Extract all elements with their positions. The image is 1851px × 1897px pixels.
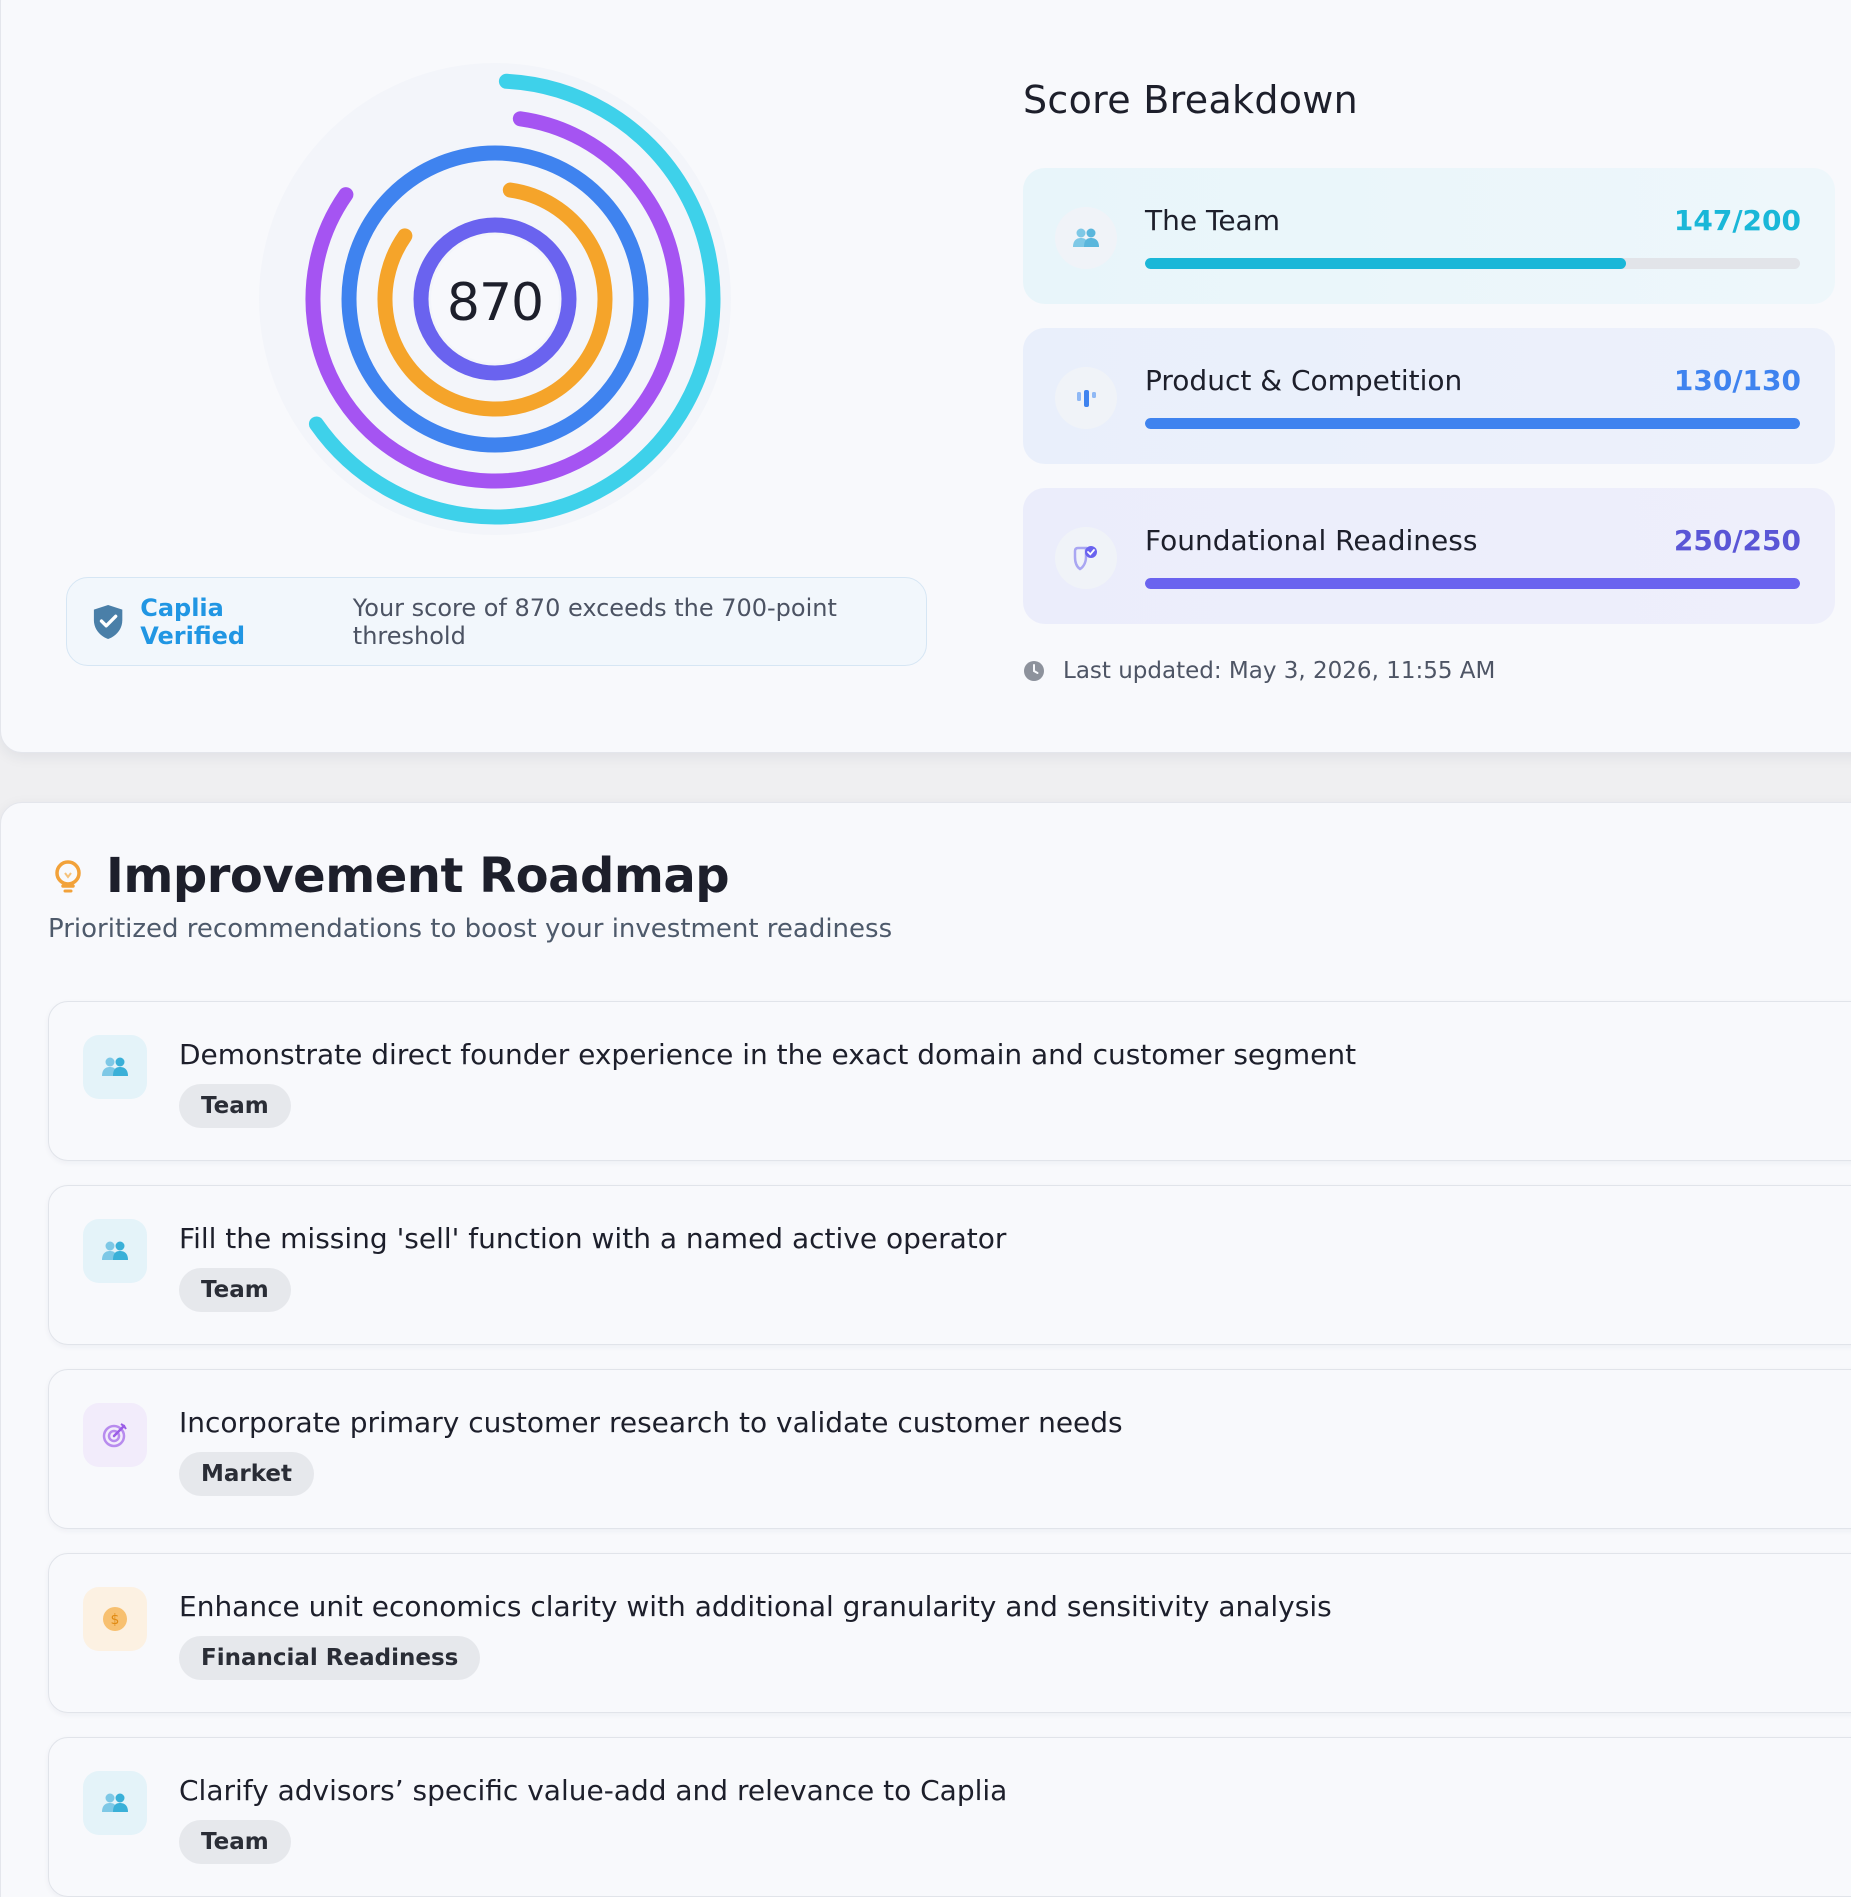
breakdown-item-product[interactable]: Product & Competition 130/130 — [1023, 328, 1835, 464]
recommendation-text: Clarify advisors’ specific value-add and… — [179, 1774, 1008, 1807]
progress-fill — [1145, 258, 1627, 269]
dollar-icon: $ — [103, 1607, 127, 1631]
team-icon — [102, 1057, 128, 1076]
target-icon — [102, 1423, 127, 1448]
breakdown-name: Foundational Readiness — [1145, 524, 1478, 557]
team-icon — [102, 1241, 128, 1260]
roadmap-header: Improvement Roadmap — [48, 848, 730, 904]
lightbulb-icon — [55, 860, 81, 893]
recommendation-item[interactable]: Incorporate primary customer research to… — [48, 1369, 1851, 1529]
verified-message: Your score of 870 exceeds the 700-point … — [352, 593, 837, 650]
progress-track — [1145, 418, 1800, 429]
roadmap-subtitle: Prioritized recommendations to boost you… — [48, 914, 893, 944]
svg-text:$: $ — [111, 1612, 120, 1628]
breakdown-value: 130/130 — [1673, 364, 1801, 397]
score-value: 870 — [446, 273, 544, 333]
verified-banner: Caplia Verified Your score of 870 exceed… — [66, 577, 927, 666]
progress-track — [1145, 578, 1800, 589]
category-tag: Market — [179, 1452, 315, 1496]
recommendation-text: Fill the missing 'sell' function with a … — [179, 1222, 1007, 1255]
recommendation-text: Demonstrate direct founder experience in… — [179, 1038, 1357, 1071]
progress-fill — [1145, 418, 1800, 429]
recommendation-text: Enhance unit economics clarity with addi… — [179, 1590, 1332, 1623]
last-updated-text: Last updated: May 3, 2026, 11:55 AM — [1063, 658, 1496, 684]
team-icon — [102, 1793, 128, 1812]
breakdown-value: 147/200 — [1673, 204, 1801, 237]
category-tag: Team — [179, 1084, 291, 1128]
score-breakdown-title: Score Breakdown — [1023, 78, 1359, 122]
progress-fill — [1145, 578, 1800, 589]
progress-track — [1145, 258, 1800, 269]
verified-label: Caplia Verified — [140, 593, 246, 650]
roadmap-card — [0, 802, 1851, 1897]
shield-badge-icon — [1073, 546, 1097, 571]
recommendation-item[interactable]: Clarify advisors’ specific value-add and… — [48, 1737, 1851, 1897]
team-icon — [1073, 228, 1099, 247]
recommendation-text: Incorporate primary customer research to… — [179, 1406, 1123, 1439]
recommendation-item[interactable]: Fill the missing 'sell' function with a … — [48, 1185, 1851, 1345]
breakdown-item-team[interactable]: The Team 147/200 — [1023, 168, 1835, 304]
shield-check-icon — [93, 604, 123, 639]
category-tag: Team — [179, 1268, 291, 1312]
breakdown-name: The Team — [1145, 204, 1280, 237]
category-tag: Financial Readiness — [179, 1636, 481, 1680]
category-tag: Team — [179, 1820, 291, 1864]
recommendation-item[interactable]: $ Enhance unit economics clarity with ad… — [48, 1553, 1851, 1713]
breakdown-item-foundational[interactable]: Foundational Readiness 250/250 — [1023, 488, 1835, 624]
roadmap-title: Improvement Roadmap — [106, 848, 730, 904]
last-updated: Last updated: May 3, 2026, 11:55 AM — [1023, 658, 1495, 684]
clock-icon — [1024, 661, 1044, 681]
breakdown-value: 250/250 — [1673, 524, 1801, 557]
breakdown-name: Product & Competition — [1145, 364, 1463, 397]
recommendation-item[interactable]: Demonstrate direct founder experience in… — [48, 1001, 1851, 1161]
bar-chart-icon — [1077, 390, 1096, 407]
